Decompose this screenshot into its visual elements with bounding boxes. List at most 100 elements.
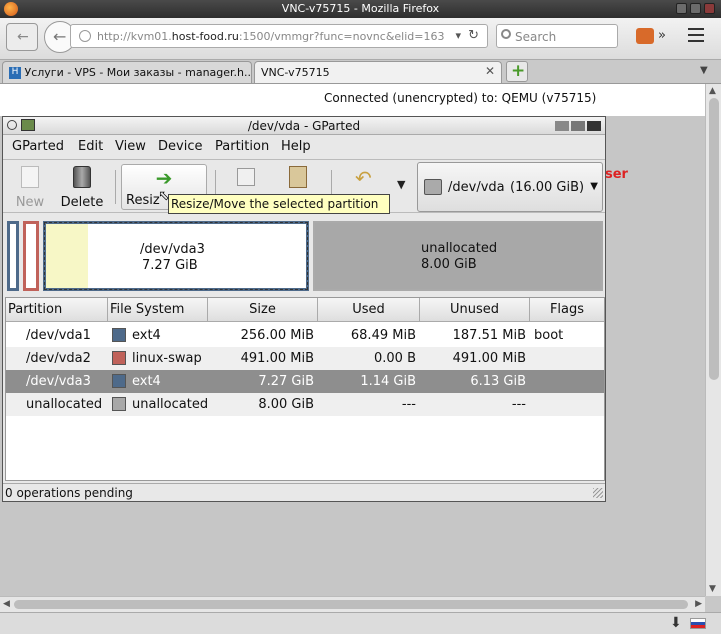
mouse-cursor-icon: ⬁ <box>158 188 170 204</box>
toolbar-overflow-icon[interactable]: ▼ <box>397 178 405 191</box>
hamburger-menu-icon[interactable] <box>688 28 704 42</box>
new-button[interactable]: New <box>9 164 51 210</box>
url-prefix: http://kvm01. <box>97 30 172 43</box>
plus-icon: + <box>511 61 526 81</box>
fs-color-swatch <box>112 351 126 365</box>
new-label: New <box>15 195 45 210</box>
resize-label: Resiz <box>126 193 160 208</box>
menu-edit[interactable]: Edit <box>78 139 103 154</box>
addon-icon[interactable] <box>636 28 654 44</box>
gparted-title: /dev/vda - GParted <box>247 119 361 133</box>
table-row[interactable]: unallocated unallocated 8.00 GiB --- --- <box>6 393 604 416</box>
scroll-right-icon[interactable]: ▶ <box>695 599 702 609</box>
cell-partition: /dev/vda2 <box>26 351 91 366</box>
close-tab-icon[interactable]: ✕ <box>485 64 495 78</box>
new-tab-button[interactable]: + <box>506 61 528 82</box>
browser-status-bar: ⬇ <box>0 612 721 634</box>
unallocated-name: unallocated <box>421 241 498 256</box>
col-used[interactable]: Used <box>318 298 420 322</box>
cell-filesystem: unallocated <box>132 397 209 412</box>
russian-flag-icon <box>690 618 706 629</box>
partition-block-vda2[interactable] <box>23 221 39 291</box>
maximize-window-button[interactable] <box>690 3 701 14</box>
reload-icon[interactable]: ↻ <box>468 28 479 43</box>
cell-unused: --- <box>511 397 526 412</box>
scroll-down-icon[interactable]: ▼ <box>709 584 716 594</box>
tab-vnc[interactable]: VNC-v75715 ✕ <box>254 61 502 83</box>
dropdown-arrow-icon[interactable]: ▾ <box>455 29 461 42</box>
maximize-button[interactable] <box>571 121 585 131</box>
gparted-window: /dev/vda - GParted GParted Edit View Dev… <box>2 116 606 502</box>
menu-gparted[interactable]: GParted <box>12 139 64 154</box>
partition-block-vda1[interactable] <box>7 221 19 291</box>
cell-used: 68.49 MiB <box>350 328 416 343</box>
delete-button[interactable]: Delete <box>57 164 107 210</box>
url-bar[interactable]: http://kvm01.host-food.ru:1500/vmmgr?fun… <box>70 24 488 48</box>
cell-size: 7.27 GiB <box>258 374 314 389</box>
paste-icon[interactable] <box>289 166 307 188</box>
table-row[interactable]: /dev/vda2 linux-swap 491.00 MiB 0.00 B 4… <box>6 347 604 370</box>
url-suffix: :1500/vmmgr?func=novnc&elid=163 <box>238 30 445 43</box>
minimize-window-button[interactable] <box>676 3 687 14</box>
col-size[interactable]: Size <box>208 298 318 322</box>
fs-color-swatch <box>112 374 126 388</box>
partition-size: 7.27 GiB <box>142 258 198 273</box>
tab-manager[interactable]: H Услуги - VPS - Мои заказы - manager.h.… <box>2 61 252 83</box>
cell-used: 1.14 GiB <box>360 374 416 389</box>
cell-unused: 491.00 MiB <box>452 351 526 366</box>
col-filesystem[interactable]: File System <box>108 298 208 322</box>
search-placeholder: Search <box>515 30 557 44</box>
device-selector[interactable]: /dev/vda (16.00 GiB) ▼ <box>417 162 603 212</box>
cell-flags: boot <box>534 328 564 343</box>
back-button[interactable]: ← <box>6 23 38 51</box>
partition-block-unallocated[interactable]: unallocated 8.00 GiB <box>313 221 603 291</box>
cell-unused: 187.51 MiB <box>452 328 526 343</box>
overflow-chevron-icon[interactable]: » <box>658 28 666 43</box>
disk-map: /dev/vda3 7.27 GiB unallocated 8.00 GiB <box>7 221 603 293</box>
vnc-status-text: Connected (unencrypted) to: QEMU (v75715… <box>324 91 597 105</box>
menu-help[interactable]: Help <box>281 139 311 154</box>
table-row-selected[interactable]: /dev/vda3 ext4 7.27 GiB 1.14 GiB 6.13 Gi… <box>6 370 604 393</box>
table-row[interactable]: /dev/vda1 ext4 256.00 MiB 68.49 MiB 187.… <box>6 324 604 347</box>
new-document-icon <box>21 166 39 188</box>
site-favicon-icon: H <box>9 67 21 79</box>
gparted-status-bar: 0 operations pending <box>3 483 605 501</box>
menu-partition[interactable]: Partition <box>215 139 269 154</box>
menu-device[interactable]: Device <box>158 139 202 154</box>
search-input[interactable]: Search <box>496 24 618 48</box>
vertical-scrollbar[interactable]: ▲ ▼ <box>705 84 721 596</box>
cell-unused: 6.13 GiB <box>470 374 526 389</box>
search-icon <box>501 29 511 39</box>
vnc-status-bar: Connected (unencrypted) to: QEMU (v75715… <box>0 84 705 112</box>
col-partition[interactable]: Partition <box>6 298 108 322</box>
horizontal-scrollbar[interactable]: ◀ ▶ <box>0 596 705 612</box>
trash-icon <box>73 166 91 188</box>
tab-label: Услуги - VPS - Мои заказы - manager.h... <box>24 66 252 79</box>
partition-block-vda3[interactable]: /dev/vda3 7.27 GiB <box>43 221 309 291</box>
resize-grip-icon[interactable] <box>593 488 603 498</box>
download-arrow-icon[interactable]: ⬇ <box>670 615 682 631</box>
dropdown-arrow-icon: ▼ <box>590 181 598 192</box>
col-unused[interactable]: Unused <box>420 298 530 322</box>
copy-icon[interactable] <box>237 168 255 186</box>
close-window-button[interactable] <box>704 3 715 14</box>
cell-size: 491.00 MiB <box>240 351 314 366</box>
cell-partition: /dev/vda3 <box>26 374 91 389</box>
scroll-up-icon[interactable]: ▲ <box>709 86 716 96</box>
operations-pending: 0 operations pending <box>5 486 133 500</box>
col-flags[interactable]: Flags <box>530 298 604 322</box>
scroll-thumb[interactable] <box>709 98 719 380</box>
browser-toolbar: ← ← http://kvm01.host-food.ru:1500/vmmgr… <box>0 18 721 60</box>
scroll-thumb-horizontal[interactable] <box>14 600 688 609</box>
close-button[interactable] <box>587 121 601 131</box>
window-title: VNC-v75715 - Mozilla Firefox <box>281 2 440 15</box>
desktop-background-text: ser <box>605 167 628 182</box>
tab-label: VNC-v75715 <box>261 66 330 79</box>
minimize-button[interactable] <box>555 121 569 131</box>
menu-view[interactable]: View <box>115 139 146 154</box>
gparted-menubar: GParted Edit View Device Partition Help <box>3 136 605 158</box>
fs-color-swatch <box>112 397 126 411</box>
tab-list-icon[interactable]: ▼ <box>700 65 708 76</box>
undo-icon[interactable]: ↶ <box>355 166 372 190</box>
scroll-left-icon[interactable]: ◀ <box>3 599 10 609</box>
